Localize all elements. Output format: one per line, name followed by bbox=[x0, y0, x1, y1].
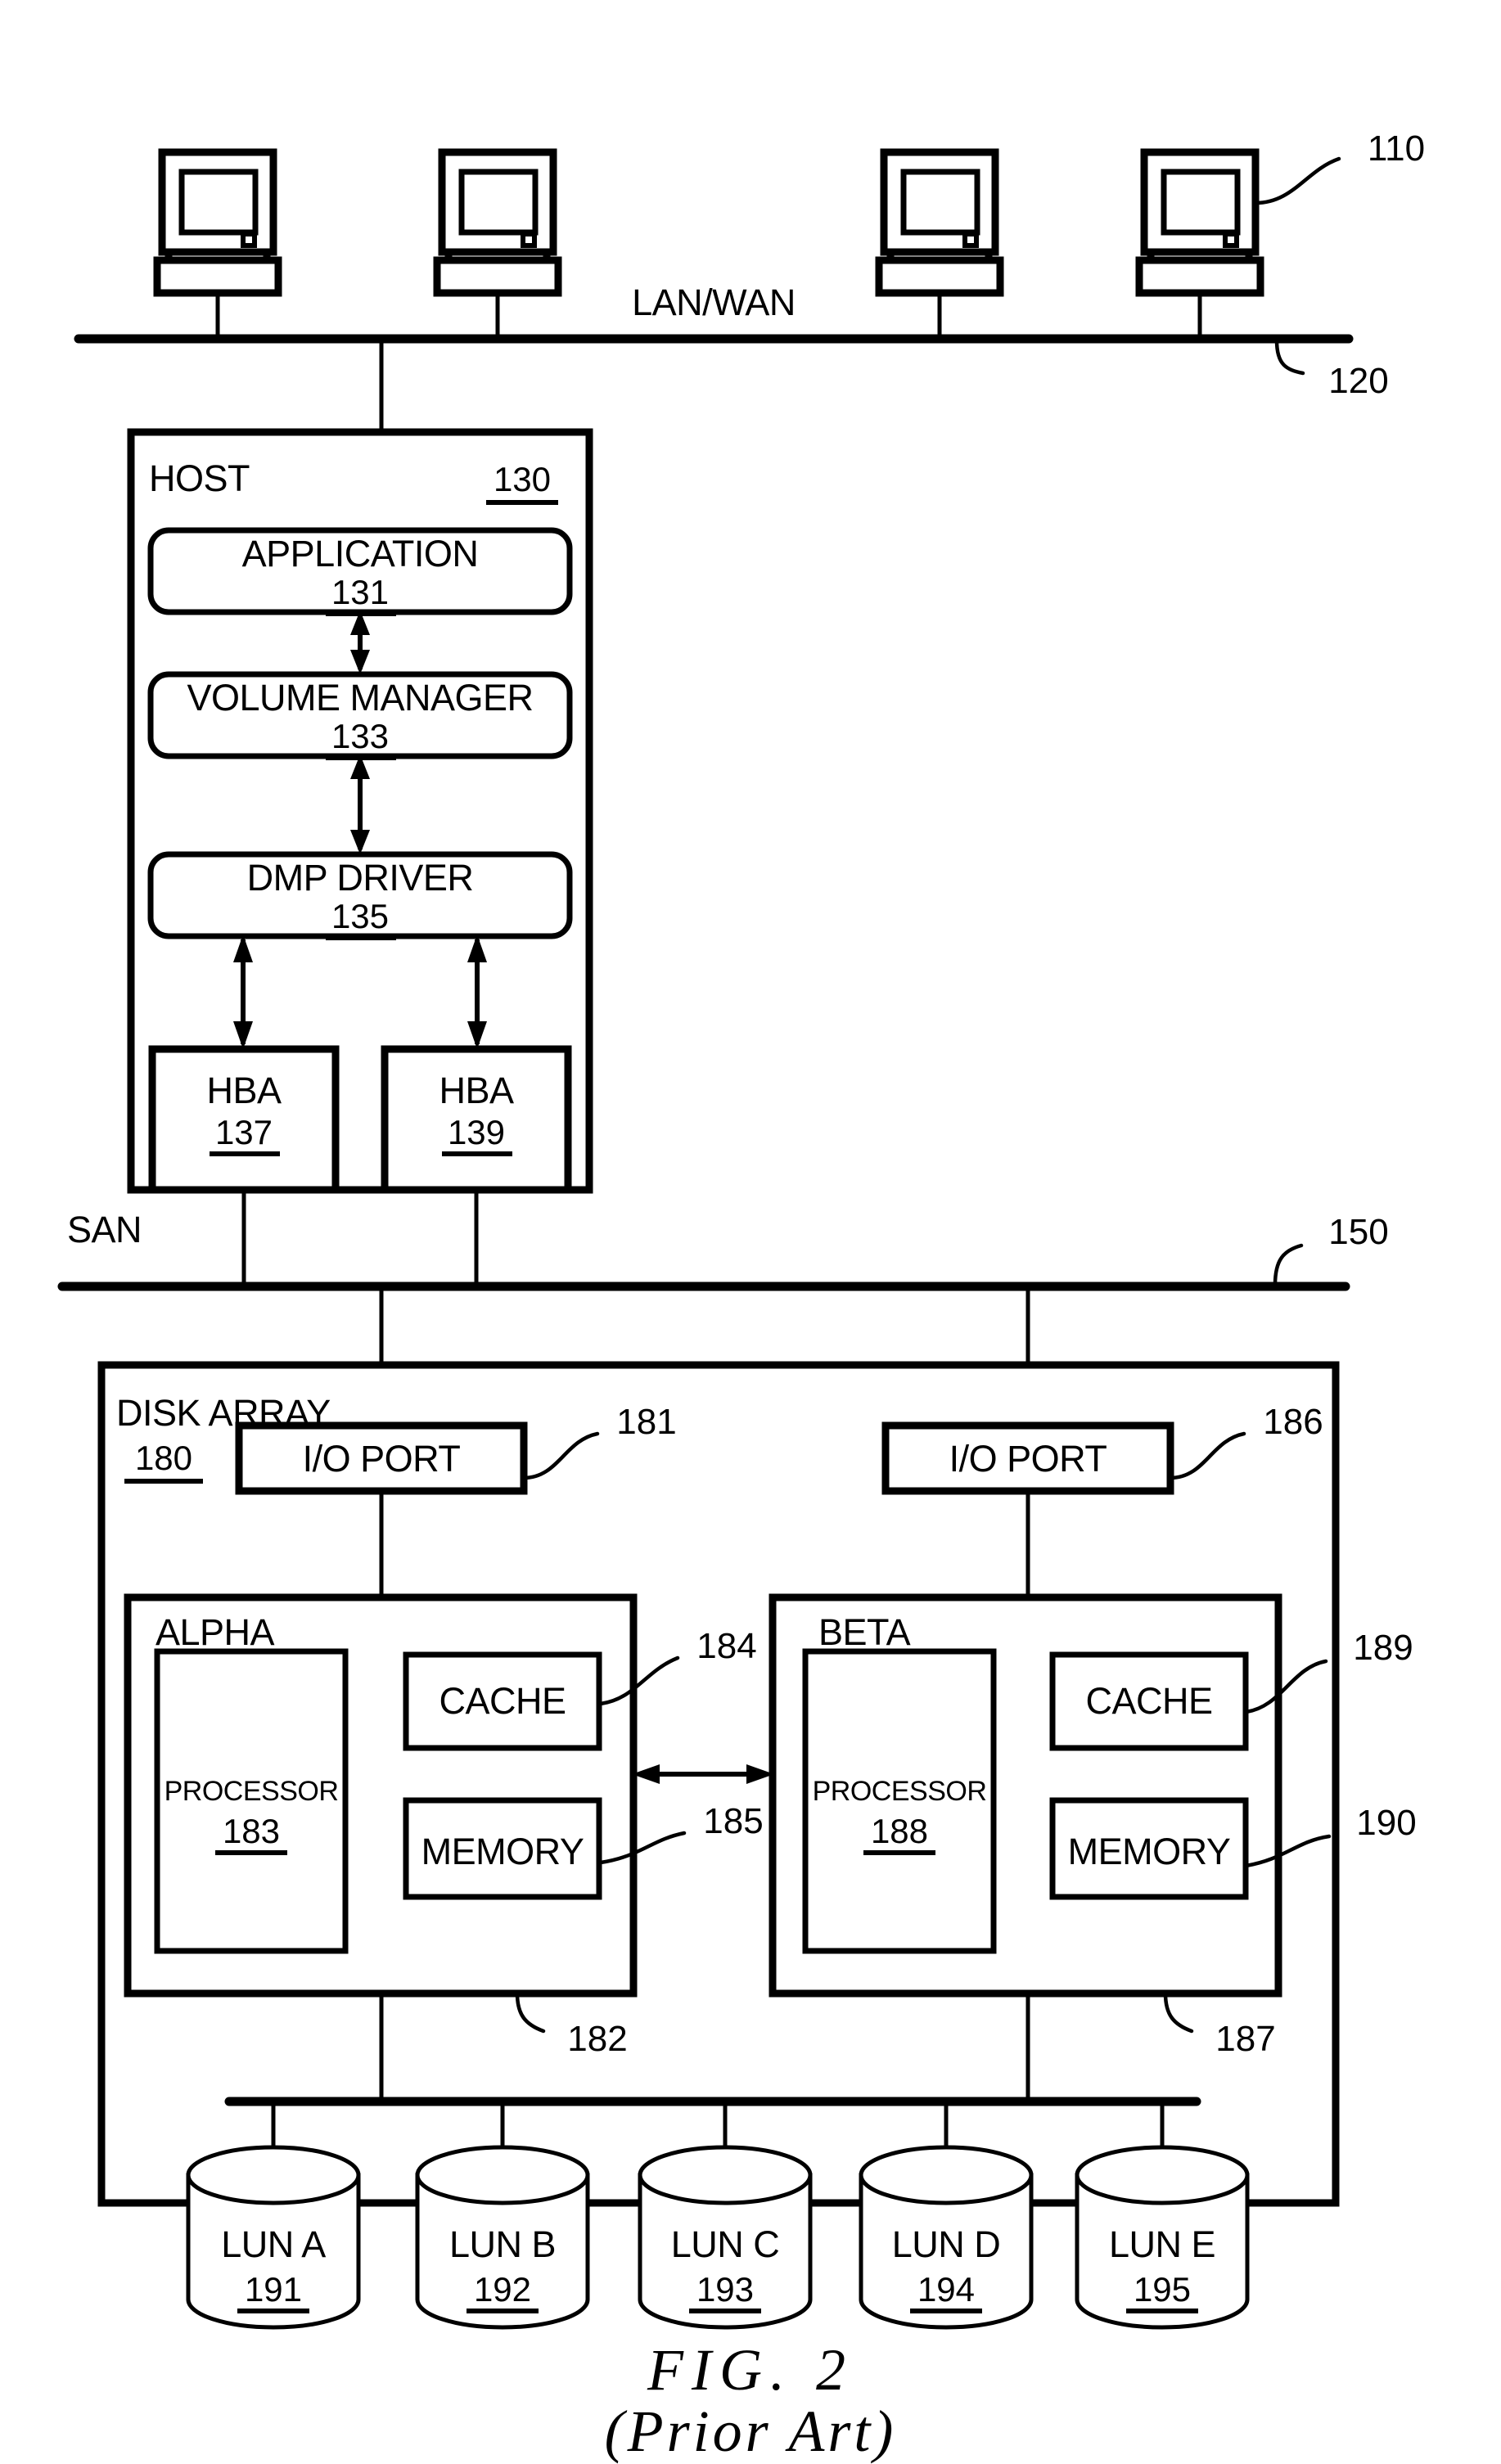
beta-memory-label: MEMORY bbox=[1068, 1831, 1231, 1872]
alpha-controller-label: ALPHA bbox=[156, 1611, 275, 1653]
hba-139-label: HBA bbox=[439, 1070, 514, 1111]
figure-caption-block: FIG. 2 (Prior Art) bbox=[0, 2340, 1501, 2463]
patent-figure-page: 110 LAN/WAN 120 HOST 130 APPLICATION 131… bbox=[0, 0, 1501, 2463]
host-title: HOST bbox=[149, 457, 250, 499]
alpha-processor-label: PROCESSOR bbox=[165, 1776, 339, 1807]
alpha-ref-182: 182 bbox=[567, 2019, 627, 2059]
beta-processor-label: PROCESSOR bbox=[813, 1776, 987, 1807]
beta-controller-label: BETA bbox=[818, 1611, 911, 1653]
io-port-ref-186: 186 bbox=[1263, 1402, 1323, 1442]
lun-d-ref-194: 194 bbox=[917, 2270, 975, 2309]
hba-139-ref: 139 bbox=[448, 1113, 505, 1151]
lun-d-cylinder: LUN D 194 bbox=[859, 2145, 1034, 2330]
dmp-driver-ref-135: 135 bbox=[331, 897, 389, 935]
lun-a-cylinder: LUN A 191 bbox=[186, 2145, 361, 2330]
alpha-cache-ref-184: 184 bbox=[696, 1626, 756, 1666]
hba-137-ref: 137 bbox=[215, 1113, 273, 1151]
lun-b-cylinder: LUN B 192 bbox=[415, 2145, 590, 2330]
lun-c-cylinder: LUN C 193 bbox=[638, 2145, 813, 2330]
lun-e-cylinder: LUN E 195 bbox=[1075, 2145, 1250, 2330]
client-ref-110: 110 bbox=[1368, 128, 1425, 169]
io-port-186-label: I/O PORT bbox=[949, 1438, 1107, 1480]
figure-caption-line-2: (Prior Art) bbox=[604, 2399, 897, 2464]
lun-a-label: LUN A bbox=[221, 2223, 326, 2265]
lun-c-label: LUN C bbox=[671, 2223, 780, 2265]
figure-caption-line-1: FIG. 2 bbox=[647, 2337, 854, 2403]
beta-memory-ref-190: 190 bbox=[1356, 1803, 1416, 1843]
lun-b-label: LUN B bbox=[449, 2223, 556, 2265]
application-ref-131: 131 bbox=[331, 573, 389, 611]
dmp-driver-label: DMP DRIVER bbox=[247, 857, 474, 899]
lun-c-ref-193: 193 bbox=[696, 2270, 754, 2309]
volume-manager-label: VOLUME MANAGER bbox=[187, 677, 533, 718]
san-label: SAN bbox=[67, 1209, 142, 1250]
lan-wan-label: LAN/WAN bbox=[632, 282, 796, 323]
lun-e-ref-195: 195 bbox=[1134, 2270, 1191, 2309]
beta-processor-ref-188: 188 bbox=[871, 1812, 928, 1850]
host-ref-130: 130 bbox=[494, 460, 551, 498]
disk-array-ref-180: 180 bbox=[135, 1439, 192, 1477]
alpha-memory-label: MEMORY bbox=[421, 1831, 584, 1872]
alpha-cache-label: CACHE bbox=[439, 1680, 566, 1722]
lan-ref-120: 120 bbox=[1328, 361, 1388, 401]
alpha-memory-ref-185: 185 bbox=[703, 1801, 763, 1841]
lun-b-ref-192: 192 bbox=[474, 2270, 531, 2309]
lun-e-label: LUN E bbox=[1109, 2223, 1215, 2265]
san-ref-150: 150 bbox=[1328, 1212, 1388, 1252]
lun-d-label: LUN D bbox=[892, 2223, 1001, 2265]
volume-manager-ref-133: 133 bbox=[331, 717, 389, 755]
application-label: APPLICATION bbox=[242, 533, 479, 574]
figure-2-diagram: 110 LAN/WAN 120 HOST 130 APPLICATION 131… bbox=[0, 0, 1501, 2455]
beta-cache-label: CACHE bbox=[1085, 1680, 1212, 1722]
beta-ref-187: 187 bbox=[1215, 2019, 1275, 2059]
beta-cache-ref-189: 189 bbox=[1353, 1628, 1413, 1668]
io-port-ref-181: 181 bbox=[616, 1402, 676, 1442]
io-port-181-label: I/O PORT bbox=[303, 1438, 461, 1480]
hba-137-label: HBA bbox=[206, 1070, 282, 1111]
alpha-processor-ref-183: 183 bbox=[223, 1812, 280, 1850]
lun-a-ref-191: 191 bbox=[245, 2270, 302, 2309]
